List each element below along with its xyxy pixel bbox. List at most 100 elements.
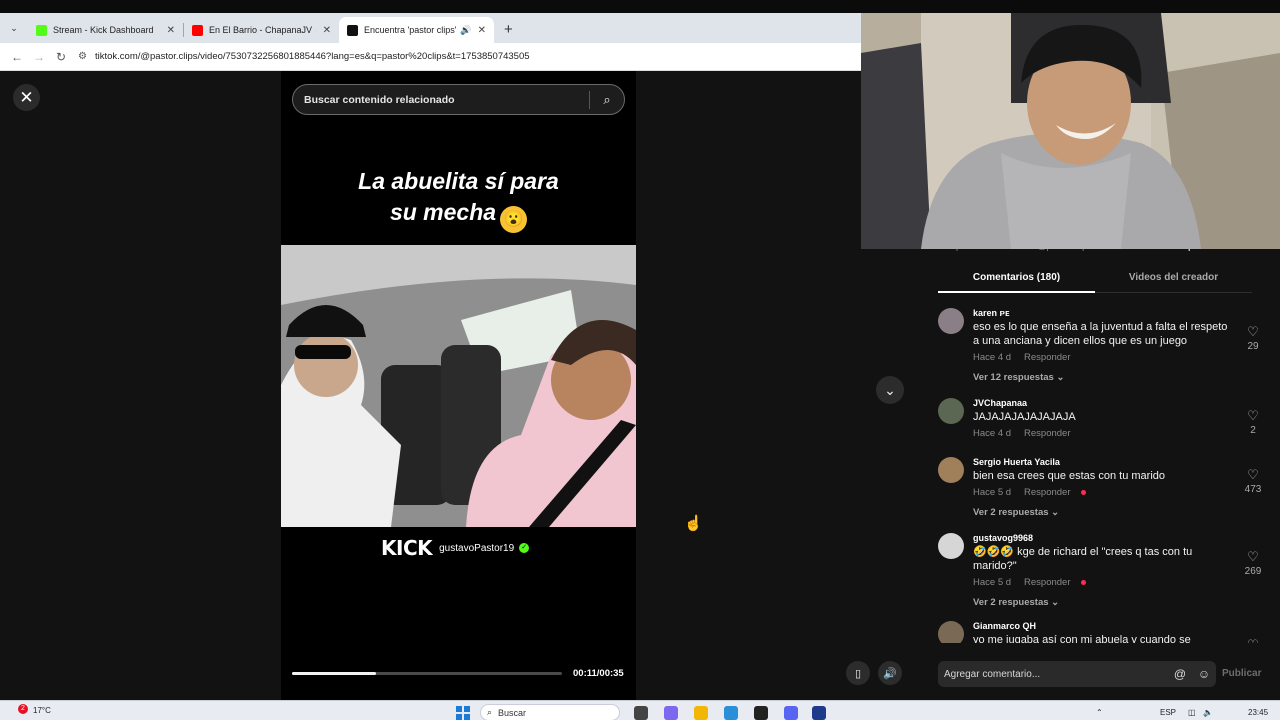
url-text: tiktok.com/@pastor.clips/video/753073225…: [94, 51, 530, 62]
like-count: 29: [1247, 341, 1259, 352]
obs-icon[interactable]: [754, 706, 768, 720]
comment-username[interactable]: gustavog9968: [973, 533, 1229, 543]
reply-button[interactable]: Responder: [1024, 352, 1070, 363]
heart-icon[interactable]: ♡: [1238, 408, 1268, 424]
weather-widget[interactable]: 17°C: [33, 706, 51, 715]
like-count: 269: [1244, 566, 1262, 577]
windows-start-icon[interactable]: [456, 706, 470, 720]
mention-icon[interactable]: @: [1168, 667, 1192, 681]
comment-username[interactable]: karen ᴘᴇ: [973, 308, 1229, 318]
comment-item: Sergio Huerta Yacila bien esa crees que …: [938, 457, 1268, 527]
heart-icon[interactable]: ♡: [1238, 637, 1268, 643]
volume-icon[interactable]: 🔊: [878, 661, 902, 685]
heart-icon[interactable]: ♡: [1238, 549, 1268, 565]
chrome-icon[interactable]: [724, 706, 738, 720]
speaker-icon[interactable]: 🔊: [460, 25, 471, 36]
comment-item: karen ᴘᴇ eso es lo que enseña a la juven…: [938, 308, 1268, 388]
kick-icon: [36, 24, 47, 36]
close-tab-icon[interactable]: ✕: [167, 25, 175, 36]
reload-icon[interactable]: ↻: [50, 50, 72, 64]
search-icon[interactable]: ⌕: [590, 92, 624, 108]
avatar[interactable]: [938, 621, 964, 643]
clock[interactable]: 23:45: [1248, 708, 1268, 717]
avatar[interactable]: [938, 533, 964, 559]
avatar[interactable]: [938, 398, 964, 424]
caption-line-2: su mecha: [389, 199, 497, 225]
taskbar-search-label: Buscar: [498, 707, 527, 718]
kick-logo: KICK: [381, 536, 433, 560]
video-progress-bar[interactable]: [292, 672, 562, 675]
emoji-icon[interactable]: ☺: [1192, 667, 1216, 681]
task-view-icon[interactable]: [634, 706, 648, 720]
comment-item: gustavog9968 🤣🤣🤣 kge de richard el "cree…: [938, 533, 1268, 613]
video-player[interactable]: Buscar contenido relacionado ⌕ La abueli…: [281, 71, 636, 700]
tab-youtube[interactable]: En El Barrio - ChapanaJV 🩸 26/... ✕: [184, 17, 339, 43]
streamer-webcam-illustration: [861, 13, 1280, 249]
comment-text: eso es lo que enseña a la juventud a fal…: [973, 321, 1228, 347]
next-video-chevron-down-icon[interactable]: ⌄: [876, 376, 904, 404]
device-icon[interactable]: ▯: [846, 661, 870, 685]
tab-kick-dashboard[interactable]: Stream - Kick Dashboard ✕: [28, 17, 183, 43]
back-icon[interactable]: ←: [6, 50, 28, 64]
reply-button[interactable]: Responder: [1024, 577, 1070, 588]
like-control[interactable]: ♡ 2: [1238, 408, 1268, 436]
search-placeholder: Buscar contenido relacionado: [304, 93, 455, 106]
tab-search-icon[interactable]: ⌄: [6, 20, 22, 36]
tab-tiktok[interactable]: Encuentra 'pastor clips' en ... 🔊 ✕: [339, 17, 494, 43]
related-search-input[interactable]: Buscar contenido relacionado ⌕: [292, 84, 625, 115]
surprised-emoji-icon: 😮: [500, 206, 528, 233]
url-field[interactable]: ⚙ tiktok.com/@pastor.clips/video/7530732…: [78, 47, 530, 67]
app-icon[interactable]: [812, 706, 826, 720]
tab-creator-videos[interactable]: Videos del creador: [1095, 264, 1252, 292]
reply-button[interactable]: Responder: [1024, 487, 1070, 498]
view-replies-button[interactable]: Ver 12 respuestas ⌄: [973, 372, 1229, 383]
comment-time: Hace 4 d: [973, 352, 1012, 363]
avatar[interactable]: [938, 457, 964, 483]
heart-icon[interactable]: ♡: [1238, 467, 1268, 483]
publish-button[interactable]: Publicar: [1222, 668, 1261, 679]
like-count: 473: [1244, 484, 1262, 495]
kick-username: gustavoPastor19: [439, 542, 515, 554]
network-icon[interactable]: ◫: [1188, 708, 1196, 717]
language-indicator[interactable]: ESP: [1160, 708, 1176, 717]
file-explorer-icon[interactable]: [694, 706, 708, 720]
comment-text: bien esa crees que estas con tu marido: [973, 470, 1166, 482]
comment-time: Hace 5 d: [973, 487, 1012, 498]
avatar[interactable]: [938, 308, 964, 334]
close-icon[interactable]: ✕: [13, 84, 40, 111]
screen: ⌄ Stream - Kick Dashboard ✕ En El Barrio…: [0, 0, 1280, 720]
tab-comments[interactable]: Comentarios (180): [938, 264, 1095, 293]
tiktok-icon: [347, 24, 358, 36]
panel-tabs: Comentarios (180) Videos del creador: [938, 264, 1252, 293]
browser-tab-bar: ⌄ Stream - Kick Dashboard ✕ En El Barrio…: [0, 13, 861, 43]
forward-icon[interactable]: →: [28, 50, 50, 64]
view-replies-button[interactable]: Ver 2 respuestas ⌄: [973, 507, 1229, 518]
like-count: 2: [1250, 425, 1256, 436]
like-control[interactable]: ♡: [1238, 637, 1268, 643]
site-info-icon[interactable]: ⚙: [78, 51, 87, 62]
hand-cursor-icon: ☝: [684, 515, 703, 532]
like-control[interactable]: ♡ 269: [1238, 549, 1268, 577]
heart-icon[interactable]: ♡: [1238, 324, 1268, 340]
close-tab-icon[interactable]: ✕: [323, 25, 331, 36]
taskbar: 2 17°C ⌕ Buscar ⌃ ESP ◫ 🔈 23:45: [0, 700, 1280, 720]
new-tab-button[interactable]: +: [504, 21, 513, 38]
view-replies-button[interactable]: Ver 2 respuestas ⌄: [973, 597, 1229, 608]
reply-button[interactable]: Responder: [1024, 428, 1070, 439]
taskbar-search[interactable]: ⌕ Buscar: [480, 704, 620, 720]
like-control[interactable]: ♡ 473: [1238, 467, 1268, 495]
like-control[interactable]: ♡ 29: [1238, 324, 1268, 352]
notification-badge: 2: [18, 704, 28, 714]
video-frame: [281, 245, 636, 527]
close-tab-icon[interactable]: ✕: [478, 25, 486, 36]
tab-title: En El Barrio - ChapanaJV 🩸 26/...: [209, 24, 317, 35]
tray-chevron-icon[interactable]: ⌃: [1096, 708, 1103, 717]
speaker-icon[interactable]: 🔈: [1203, 708, 1213, 717]
comment-time: Hace 5 d: [973, 577, 1012, 588]
comment-username[interactable]: Sergio Huerta Yacila: [973, 457, 1229, 467]
comment-username[interactable]: Gianmarco QH: [973, 621, 1229, 631]
discord-icon[interactable]: [784, 706, 798, 720]
comment-username[interactable]: JVChapanaa: [973, 398, 1229, 408]
comment-input[interactable]: Agregar comentario... @ ☺: [938, 661, 1216, 687]
copilot-icon[interactable]: [664, 706, 678, 720]
